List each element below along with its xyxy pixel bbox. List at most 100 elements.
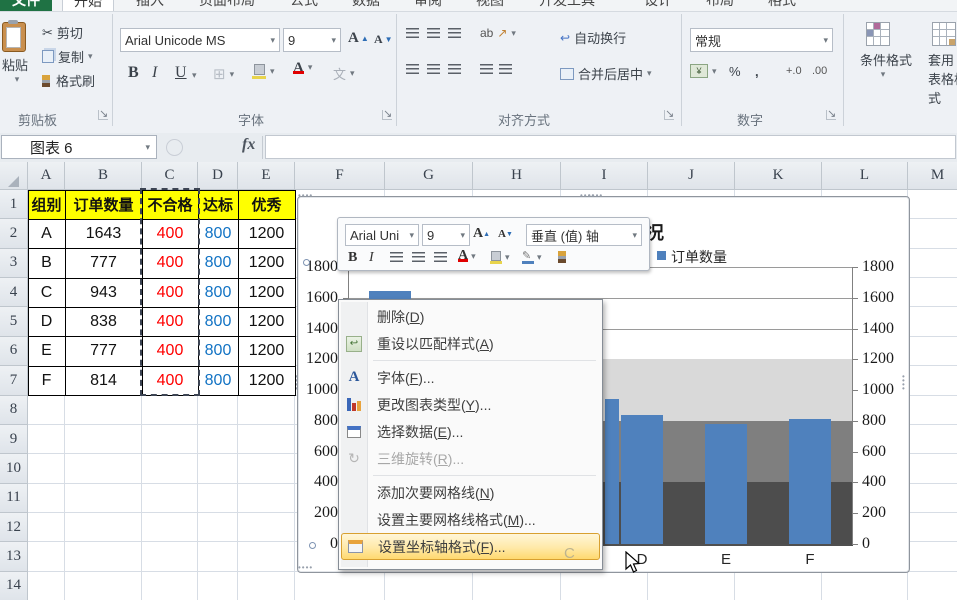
column-header-K[interactable]: K [735, 162, 822, 190]
row-header-6[interactable]: 6 [0, 337, 28, 366]
tab-开始[interactable]: 开始 [62, 0, 114, 11]
increase-decimal-button[interactable]: +.0 [786, 65, 802, 77]
mini-italic-button[interactable]: I [369, 250, 374, 266]
table-cell[interactable]: 800 [198, 336, 239, 366]
table-cell[interactable]: D [28, 307, 66, 337]
table-cell[interactable]: 800 [198, 278, 239, 308]
mini-font-name-combo[interactable]: Arial Uni▾ [345, 224, 419, 246]
column-header-A[interactable]: A [28, 162, 65, 190]
table-cell[interactable]: 777 [65, 336, 143, 366]
table-cell[interactable]: 400 [142, 248, 199, 278]
name-box[interactable]: 图表 6 ▾ [1, 135, 157, 159]
font-size-combo[interactable]: 9▾ [283, 28, 341, 52]
tab-设计[interactable]: 设计 [632, 0, 684, 11]
tab-开发工具[interactable]: 开发工具 [526, 0, 608, 11]
table-cell[interactable]: 400 [142, 278, 199, 308]
row-header-14[interactable]: 14 [0, 572, 28, 600]
merge-center-dropdown-arrow[interactable]: ▾ [647, 68, 652, 79]
legend-entry-label[interactable]: 订单数量 [671, 247, 727, 267]
table-cell[interactable]: 400 [142, 219, 199, 249]
row-header-9[interactable]: 9 [0, 425, 28, 454]
conditional-formatting-button[interactable]: 条件格式 ▾ [860, 22, 906, 80]
format-painter-button[interactable]: 格式刷 [40, 71, 95, 90]
tab-视图[interactable]: 视图 [464, 0, 516, 11]
row-header-12[interactable]: 12 [0, 513, 28, 542]
column-header-B[interactable]: B [65, 162, 142, 190]
table-cell[interactable]: 777 [65, 248, 143, 278]
conditional-formatting-dropdown-arrow[interactable]: ▾ [860, 69, 906, 80]
shrink-font-button[interactable]: A▼ [374, 32, 393, 47]
row-header-10[interactable]: 10 [0, 454, 28, 483]
mini-font-size-combo[interactable]: 9▾ [422, 224, 470, 246]
row-header-3[interactable]: 3 [0, 249, 28, 278]
italic-button[interactable]: I [152, 64, 157, 82]
menu-item-删除[interactable]: 删除(D) [341, 303, 600, 330]
chart-grip-top-right[interactable]: •••• [588, 194, 610, 198]
bold-button[interactable]: B [128, 64, 139, 82]
row-header-1[interactable]: 1 [0, 190, 28, 219]
menu-item-字体[interactable]: A字体(F)... [341, 364, 600, 391]
table-cell[interactable]: 400 [142, 366, 199, 396]
menu-item-更改图表类型[interactable]: 更改图表类型(Y)... [341, 391, 600, 418]
table-cell[interactable]: 1200 [238, 278, 296, 308]
format-as-table-button[interactable]: 套用 表格格式 [928, 22, 957, 107]
column-header-M[interactable]: M [908, 162, 957, 190]
underline-dropdown-arrow[interactable]: ▾ [192, 70, 197, 81]
copy-dropdown-arrow[interactable]: ▾ [88, 51, 93, 62]
menu-item-重设以匹配样式[interactable]: ↩重设以匹配样式(A) [341, 330, 600, 357]
font-dialog-launcher[interactable]: ↘ [382, 110, 392, 120]
table-cell[interactable]: 1200 [238, 248, 296, 278]
row-header-11[interactable]: 11 [0, 484, 28, 513]
chart-grip-left-mid[interactable]: •••• [295, 375, 301, 391]
number-dialog-launcher[interactable]: ↘ [826, 110, 836, 120]
table-cell[interactable]: 943 [65, 278, 143, 308]
table-cell[interactable]: F [28, 366, 66, 396]
mini-grow-font-button[interactable]: A▲ [473, 226, 490, 242]
chart-grip-top-left[interactable]: •••• [298, 194, 320, 198]
bar-F[interactable] [789, 419, 831, 544]
bar-D[interactable] [621, 415, 663, 544]
menu-item-设置主要网格线格式[interactable]: 设置主要网格线格式(M)... [341, 506, 600, 533]
mini-align-center-button[interactable] [412, 252, 425, 262]
cut-button[interactable]: ✂ 剪切 [42, 23, 83, 42]
grow-font-button[interactable]: A▲ [348, 30, 369, 47]
table-cell[interactable]: 800 [198, 248, 239, 278]
table-cell[interactable]: 1200 [238, 219, 296, 249]
wrap-text-button[interactable]: ↩ 自动换行 [560, 28, 626, 47]
tab-插入[interactable]: 插入 [124, 0, 176, 11]
indent-buttons[interactable] [480, 64, 512, 74]
paste-button[interactable]: 粘贴 ▾ [2, 22, 32, 82]
table-cell[interactable]: 800 [198, 366, 239, 396]
mini-align-right-button[interactable] [434, 252, 447, 262]
tab-格式[interactable]: 格式 [756, 0, 808, 11]
tab-文件[interactable]: 文件 [0, 0, 52, 11]
table-cell[interactable]: 1200 [238, 336, 296, 366]
column-header-C[interactable]: C [142, 162, 198, 190]
paste-dropdown-arrow[interactable]: ▾ [2, 74, 32, 85]
merge-center-button[interactable]: 合并后居中 ▾ [560, 64, 652, 83]
table-cell[interactable]: B [28, 248, 66, 278]
fill-color-button[interactable]: ▾ [252, 64, 275, 78]
table-cell[interactable]: 1643 [65, 219, 143, 249]
column-header-I[interactable]: I [561, 162, 648, 190]
mini-font-color-button[interactable]: A▾ [458, 251, 476, 261]
chart-element-combo[interactable]: 垂直 (值) 轴▾ [526, 224, 642, 246]
table-cell[interactable]: 1200 [238, 307, 296, 337]
tab-数据[interactable]: 数据 [340, 0, 392, 11]
menu-item-添加次要网格线[interactable]: 添加次要网格线(N) [341, 479, 600, 506]
tab-审阅[interactable]: 审阅 [402, 0, 454, 11]
row-header-7[interactable]: 7 [0, 366, 28, 395]
insert-function-button[interactable]: fx [242, 136, 255, 154]
percent-style-button[interactable]: % [729, 64, 741, 79]
table-cell[interactable]: 800 [198, 307, 239, 337]
tab-布局[interactable]: 布局 [694, 0, 746, 11]
tab-公式[interactable]: 公式 [278, 0, 330, 11]
mini-bold-button[interactable]: B [348, 250, 357, 266]
table-cell[interactable]: E [28, 336, 66, 366]
row-header-4[interactable]: 4 [0, 278, 28, 307]
table-cell[interactable]: C [28, 278, 66, 308]
phonetic-guide-button[interactable]: 文▾ [333, 64, 355, 83]
column-header-J[interactable]: J [648, 162, 735, 190]
chart-grip-right-mid[interactable]: •••• [902, 375, 908, 391]
accounting-format-button[interactable]: ¥ ▾ [690, 64, 717, 78]
